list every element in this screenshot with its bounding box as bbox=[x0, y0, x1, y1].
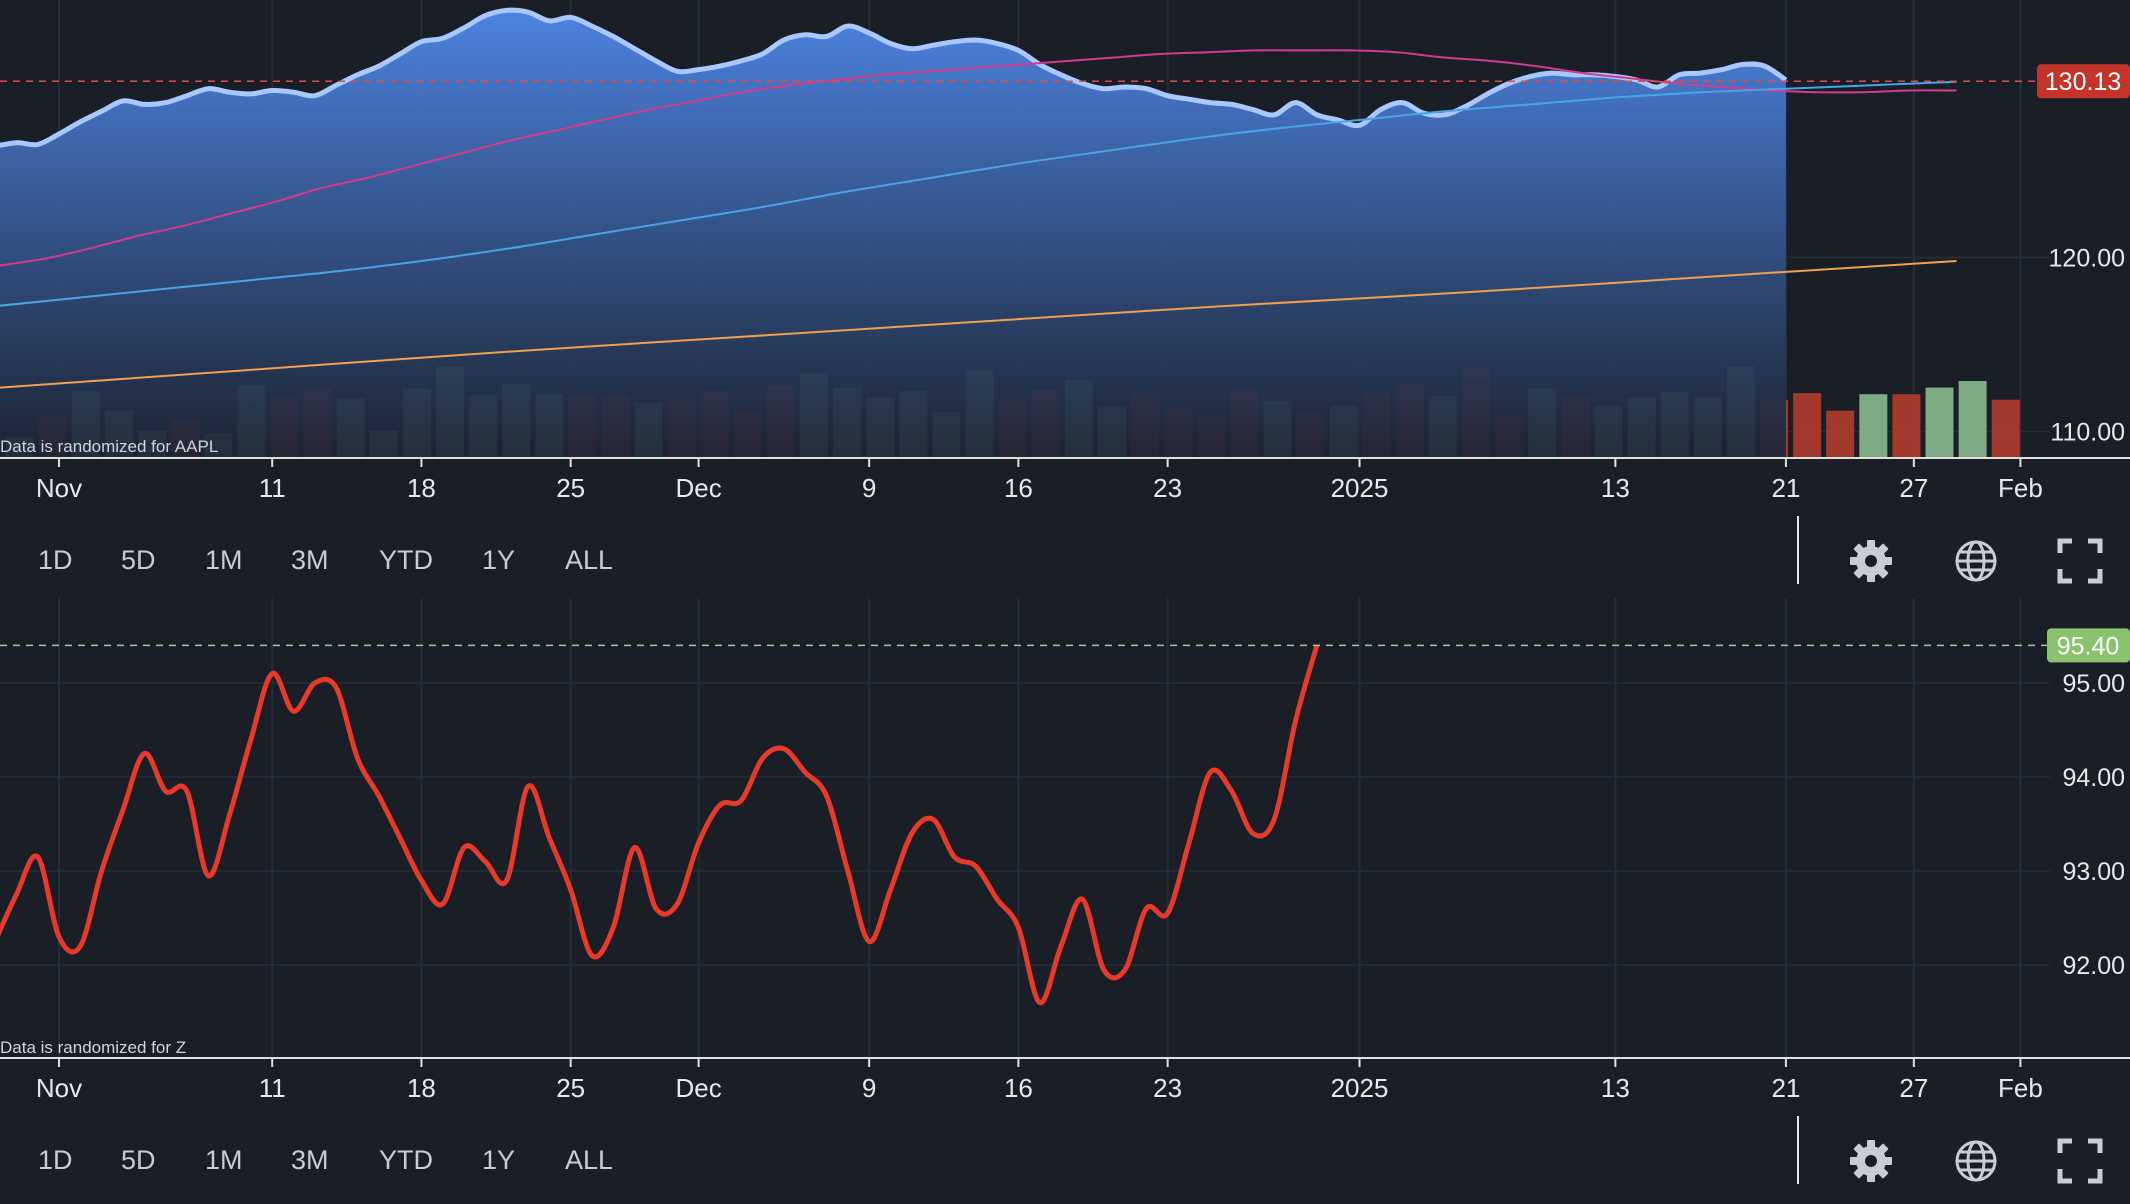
range-3m-button[interactable]: 3M bbox=[291, 538, 329, 582]
range-1d-button[interactable]: 1D bbox=[38, 538, 73, 582]
x-tick-label: Nov bbox=[36, 1073, 82, 1103]
volume-bar bbox=[1991, 399, 2020, 458]
symbol-note-aapl: Data is randomized for AAPL bbox=[0, 437, 219, 456]
x-tick-label: 18 bbox=[407, 473, 436, 503]
x-tick-label: 25 bbox=[556, 1073, 585, 1103]
x-tick-label: 9 bbox=[862, 473, 876, 503]
range-5d-button[interactable]: 5D bbox=[121, 1138, 156, 1182]
volume-bar bbox=[1925, 387, 1954, 458]
volume-bar bbox=[1859, 394, 1888, 458]
range-5d-button[interactable]: 5D bbox=[121, 538, 156, 582]
range-1d-button[interactable]: 1D bbox=[38, 1138, 73, 1182]
range-3m-button[interactable]: 3M bbox=[291, 1138, 329, 1182]
toolbar-divider bbox=[1797, 516, 1799, 584]
x-tick-label: 16 bbox=[1004, 1073, 1033, 1103]
x-tick-label: Dec bbox=[675, 473, 721, 503]
toolbar-top: 1D 5D 1M 3M YTD 1Y ALL bbox=[0, 516, 2130, 604]
y-tick-label: 94.00 bbox=[2062, 764, 2125, 792]
indicator-last-label: 95.40 bbox=[2057, 632, 2120, 660]
x-tick-label: 11 bbox=[259, 473, 286, 503]
x-tick-label: 21 bbox=[1771, 473, 1800, 503]
gear-icon[interactable] bbox=[1848, 1138, 1894, 1184]
last-price-label: 130.13 bbox=[2045, 68, 2121, 96]
chart-widget: 110.00 120.00 Nov 11 18 25 Dec 9 16 23 2025 13 21 27 F… bbox=[0, 0, 2130, 1198]
x-tick-label: 2025 bbox=[1331, 1073, 1389, 1103]
range-all-button[interactable]: ALL bbox=[565, 538, 613, 582]
x-tick-label: 18 bbox=[407, 1073, 436, 1103]
range-1y-button[interactable]: 1Y bbox=[482, 538, 515, 582]
y-tick-label: 110.00 bbox=[2050, 419, 2125, 447]
range-1m-button[interactable]: 1M bbox=[205, 538, 243, 582]
volume-bar bbox=[1826, 410, 1855, 458]
x-tick-label: 27 bbox=[1899, 473, 1928, 503]
x-tick-label: Feb bbox=[1998, 473, 2043, 503]
x-tick-label: 11 bbox=[259, 1073, 286, 1103]
globe-icon[interactable] bbox=[1953, 1138, 1999, 1184]
x-tick-label: 23 bbox=[1153, 473, 1182, 503]
range-ytd-button[interactable]: YTD bbox=[379, 1138, 433, 1182]
volume-bar bbox=[1958, 381, 1987, 458]
globe-icon[interactable] bbox=[1953, 538, 1999, 584]
fullscreen-icon[interactable] bbox=[2057, 538, 2103, 584]
range-ytd-button[interactable]: YTD bbox=[379, 538, 433, 582]
x-tick-label: 16 bbox=[1004, 473, 1033, 503]
fullscreen-icon[interactable] bbox=[2057, 1138, 2103, 1184]
x-tick-label: 21 bbox=[1771, 1073, 1800, 1103]
x-tick-label: 27 bbox=[1899, 1073, 1928, 1103]
x-tick-label: Feb bbox=[1998, 1073, 2043, 1103]
y-tick-label: 92.00 bbox=[2062, 952, 2125, 980]
range-all-button[interactable]: ALL bbox=[565, 1138, 613, 1182]
range-1m-button[interactable]: 1M bbox=[205, 1138, 243, 1182]
x-tick-label: Dec bbox=[675, 1073, 721, 1103]
toolbar-bottom: 1D 5D 1M 3M YTD 1Y ALL bbox=[0, 1116, 2130, 1204]
x-tick-label: Nov bbox=[36, 473, 82, 503]
toolbar-divider bbox=[1797, 1116, 1799, 1184]
gear-icon[interactable] bbox=[1848, 538, 1894, 584]
x-tick-label: 13 bbox=[1601, 473, 1630, 503]
y-tick-label: 95.00 bbox=[2062, 670, 2125, 698]
x-tick-label: 25 bbox=[556, 473, 585, 503]
y-tick-label: 120.00 bbox=[2049, 245, 2125, 273]
volume-bar bbox=[1793, 393, 1822, 458]
x-tick-label: 9 bbox=[862, 1073, 876, 1103]
symbol-note-z: Data is randomized for Z bbox=[0, 1038, 187, 1057]
volume-bar bbox=[1892, 394, 1921, 458]
x-tick-label: 2025 bbox=[1331, 473, 1389, 503]
x-tick-label: 23 bbox=[1153, 1073, 1182, 1103]
range-1y-button[interactable]: 1Y bbox=[482, 1138, 515, 1182]
y-tick-label: 93.00 bbox=[2062, 858, 2125, 886]
x-tick-label: 13 bbox=[1601, 1073, 1630, 1103]
